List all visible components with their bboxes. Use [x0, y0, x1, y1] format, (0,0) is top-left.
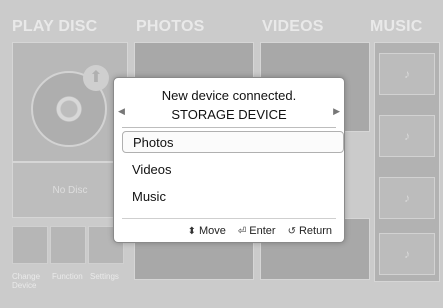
category-photos[interactable]: PHOTOS [136, 18, 204, 36]
hint-enter: ⏎ Enter [238, 225, 276, 237]
category-videos[interactable]: VIDEOS [262, 18, 324, 36]
hint-return: ↺ Return [288, 225, 332, 237]
option-music[interactable]: Music [122, 186, 344, 208]
function-tile[interactable] [50, 226, 86, 264]
divider [122, 127, 336, 128]
option-photos[interactable]: Photos [122, 131, 344, 153]
music-note-icon[interactable]: ♪ [379, 115, 435, 157]
music-note-icon[interactable]: ♪ [379, 53, 435, 95]
music-note-icon[interactable]: ♪ [379, 233, 435, 275]
dialog-title: New device connected. [161, 88, 297, 103]
settings-label: Settings [90, 272, 119, 281]
eject-arrow-icon: ⬆ [83, 65, 109, 91]
right-arrow-icon[interactable]: ▶ [333, 106, 340, 117]
music-column: ♪ ♪ ♪ ♪ [374, 42, 440, 282]
no-disc-tile: No Disc [12, 162, 128, 218]
option-videos[interactable]: Videos [122, 159, 344, 181]
function-label: Function [52, 272, 83, 281]
category-music[interactable]: MUSIC [370, 18, 423, 36]
no-disc-label: No Disc [52, 185, 88, 196]
storage-device-dialog: New device connected. ◀ STORAGE DEVICE ▶… [113, 77, 345, 243]
return-icon: ↺ [287, 225, 296, 237]
play-disc-tile[interactable]: ⬆ [12, 42, 128, 162]
music-note-icon[interactable]: ♪ [379, 177, 435, 219]
divider [122, 218, 336, 219]
dialog-hints: ⬍ Move ⏎ Enter ↺ Return [188, 225, 332, 237]
hint-enter-label: Enter [249, 225, 276, 237]
updown-icon: ⬍ [187, 225, 196, 237]
hint-move-label: Move [198, 225, 226, 237]
hint-move: ⬍ Move [188, 225, 226, 237]
change-device-tile[interactable] [12, 226, 48, 264]
enter-icon: ⏎ [237, 225, 247, 237]
change-device-label: Change Device [12, 272, 41, 290]
category-play-disc[interactable]: PLAY DISC [12, 18, 97, 36]
hint-return-label: Return [298, 225, 332, 237]
dialog-subtitle: STORAGE DEVICE [171, 107, 287, 122]
